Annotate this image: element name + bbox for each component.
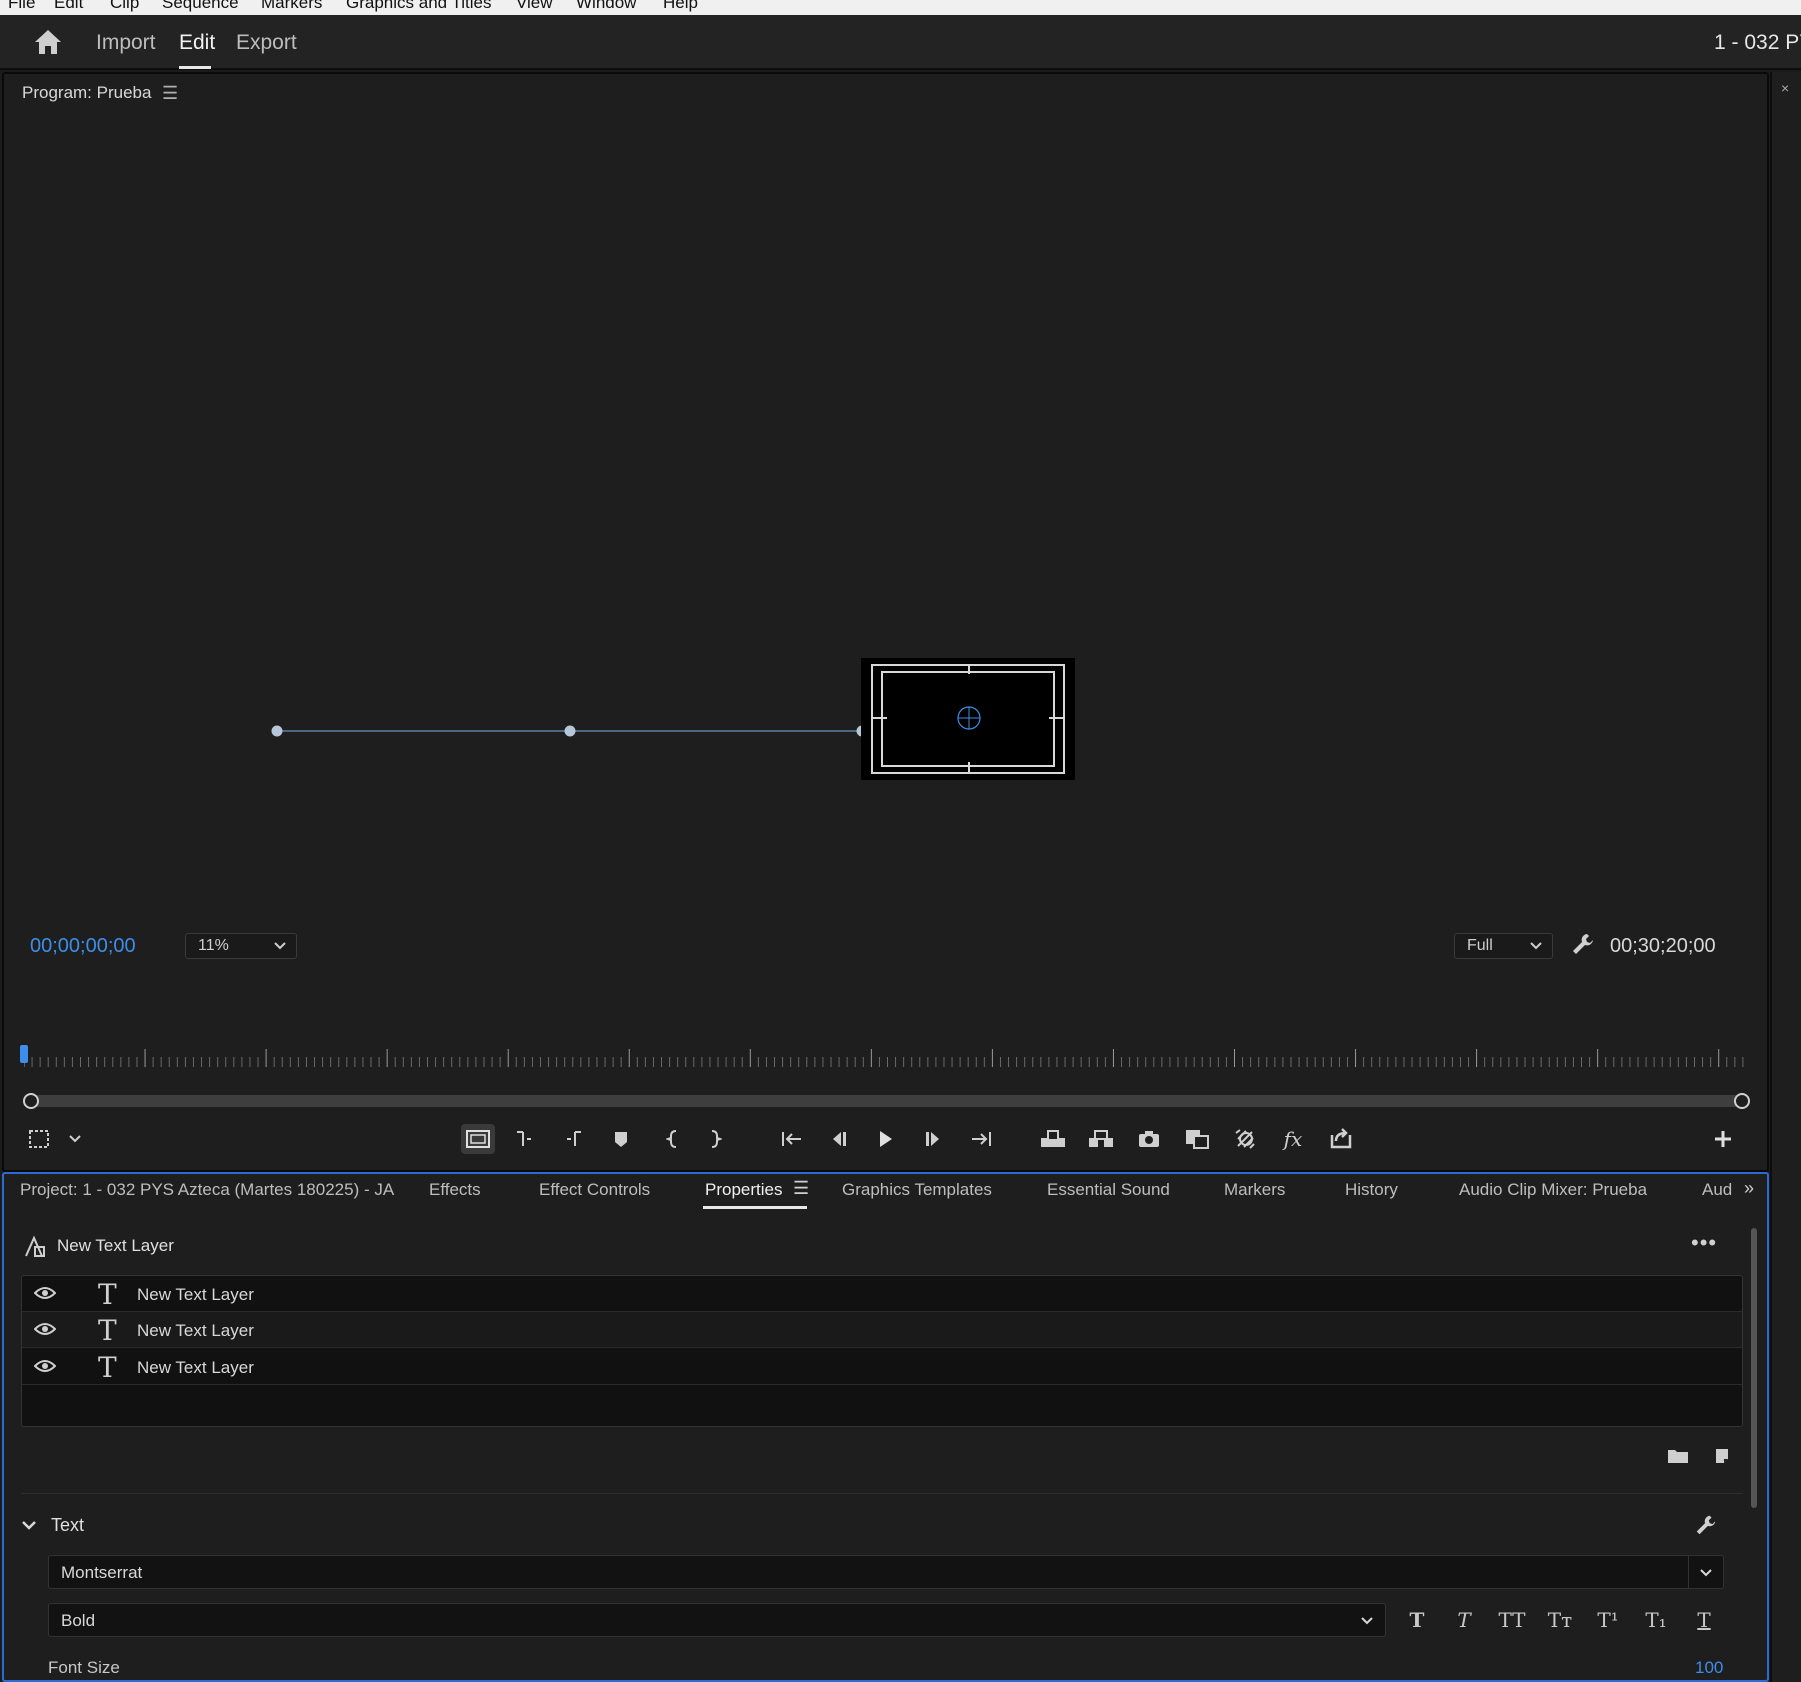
chevron-down-icon — [274, 942, 286, 950]
small-caps-button[interactable]: Tт — [1543, 1606, 1577, 1634]
go-to-out-icon[interactable] — [698, 1124, 732, 1154]
list-item[interactable]: T New Text Layer — [22, 1349, 1742, 1385]
graphic-layer-icon — [25, 1235, 45, 1257]
mark-in-icon[interactable] — [506, 1124, 540, 1154]
font-style-dropdown[interactable]: Bold — [48, 1603, 1386, 1637]
current-timecode[interactable]: 00;00;00;00 — [30, 935, 136, 958]
layer-name: New Text Layer — [137, 1321, 254, 1340]
go-to-next-edit-icon[interactable] — [964, 1124, 998, 1154]
visibility-eye-icon[interactable] — [34, 1286, 56, 1300]
text-section-title[interactable]: Text — [51, 1515, 84, 1536]
tab-history[interactable]: History — [1345, 1180, 1398, 1200]
zoom-handle-right[interactable] — [1734, 1093, 1750, 1109]
scrollbar[interactable] — [1751, 1228, 1757, 1508]
chevron-down-icon[interactable] — [58, 1124, 92, 1154]
visibility-eye-icon[interactable] — [34, 1359, 56, 1373]
play-icon[interactable] — [868, 1124, 902, 1154]
underline-button[interactable]: T — [1687, 1606, 1721, 1634]
tab-audio-clip-mixer[interactable]: Audio Clip Mixer: Prueba — [1459, 1180, 1647, 1200]
step-back-icon[interactable] — [822, 1124, 856, 1154]
text-layer-icon: T — [98, 1278, 117, 1311]
divider — [1688, 1556, 1689, 1588]
lift-icon[interactable] — [1036, 1124, 1070, 1154]
safe-margins-icon[interactable] — [461, 1124, 495, 1154]
zoom-scroll-bar[interactable] — [30, 1095, 1745, 1107]
tab-essential-sound[interactable]: Essential Sound — [1047, 1180, 1170, 1200]
new-item-icon[interactable] — [1713, 1447, 1731, 1465]
active-tab-underline — [703, 1206, 807, 1209]
resolution-value: Full — [1467, 937, 1493, 954]
faux-bold-button[interactable]: T — [1400, 1606, 1434, 1634]
superscript-button[interactable]: T¹ — [1591, 1606, 1625, 1634]
text-layer-icon: T — [98, 1314, 117, 1347]
visibility-eye-icon[interactable] — [34, 1322, 56, 1336]
close-icon[interactable]: × — [1781, 80, 1789, 96]
add-marker-icon[interactable] — [604, 1124, 638, 1154]
tab-markers[interactable]: Markers — [1224, 1180, 1285, 1200]
go-to-in-icon[interactable] — [656, 1124, 690, 1154]
zoom-level-value: 11% — [198, 937, 229, 954]
selected-graphic-title: New Text Layer — [57, 1236, 174, 1255]
all-caps-button[interactable]: TT — [1495, 1606, 1529, 1634]
video-frame[interactable] — [861, 658, 1075, 780]
layer-list: T New Text Layer T New Text Layer T New … — [21, 1275, 1743, 1427]
layer-name: New Text Layer — [137, 1358, 254, 1377]
chevron-down-icon — [1700, 1569, 1712, 1577]
tab-properties[interactable]: Properties — [705, 1180, 782, 1200]
side-panel-edge: × — [1770, 72, 1801, 1682]
tab-project[interactable]: Project: 1 - 032 PYS Azteca (Martes 1802… — [20, 1180, 394, 1200]
playhead[interactable] — [20, 1045, 28, 1063]
chevron-down-icon — [1530, 942, 1542, 950]
subscript-button[interactable]: T₁ — [1639, 1606, 1673, 1634]
wrench-icon[interactable] — [1694, 1513, 1718, 1537]
font-family-dropdown[interactable]: Montserrat — [48, 1555, 1724, 1589]
chevron-down-icon[interactable] — [20, 1516, 38, 1534]
settings-menu-icon[interactable] — [22, 1124, 56, 1154]
resolution-dropdown[interactable]: Full — [1454, 933, 1553, 959]
duration-timecode: 00;30;20;00 — [1610, 935, 1716, 957]
export-frame-icon[interactable] — [1132, 1124, 1166, 1154]
tab-graphics-templates[interactable]: Graphics Templates — [842, 1180, 992, 1200]
add-button-icon[interactable] — [1706, 1124, 1740, 1154]
toggle-proxies-icon[interactable] — [1228, 1124, 1262, 1154]
fx-icon[interactable]: fx — [1276, 1124, 1310, 1154]
export-media-icon[interactable] — [1324, 1124, 1358, 1154]
comparison-view-icon[interactable] — [1180, 1124, 1214, 1154]
chevron-down-icon — [1361, 1617, 1373, 1625]
font-family-value: Montserrat — [61, 1563, 143, 1582]
list-item[interactable]: T New Text Layer — [22, 1312, 1742, 1348]
time-ruler[interactable] — [24, 1047, 1750, 1069]
mark-out-icon[interactable] — [558, 1124, 592, 1154]
wrench-icon[interactable] — [1570, 931, 1596, 957]
folder-icon[interactable] — [1667, 1447, 1689, 1465]
font-size-value[interactable]: 100 — [1695, 1658, 1723, 1678]
anchor-crosshair-icon — [873, 664, 1063, 774]
tab-effect-controls[interactable]: Effect Controls — [539, 1180, 650, 1200]
divider — [21, 1493, 1743, 1494]
font-style-value: Bold — [61, 1611, 96, 1630]
panel-menu-icon[interactable]: ☰ — [793, 1178, 809, 1199]
go-to-previous-edit-icon[interactable] — [775, 1124, 809, 1154]
step-forward-icon[interactable] — [916, 1124, 950, 1154]
layer-name: New Text Layer — [137, 1285, 254, 1304]
font-size-label: Font Size — [48, 1658, 120, 1677]
keyframe-point[interactable] — [564, 725, 576, 737]
list-item[interactable]: T New Text Layer — [22, 1276, 1742, 1312]
text-layer-icon: T — [98, 1351, 117, 1384]
zoom-handle-left[interactable] — [23, 1093, 39, 1109]
keyframe-point[interactable] — [271, 725, 283, 737]
faux-italic-button[interactable]: T — [1447, 1606, 1481, 1634]
extract-icon[interactable] — [1084, 1124, 1118, 1154]
tab-effects[interactable]: Effects — [429, 1180, 481, 1200]
more-options-icon[interactable]: ••• — [1691, 1230, 1717, 1256]
tab-overflow-icon[interactable]: » — [1744, 1178, 1754, 1199]
tab-audio-track-mixer[interactable]: Aud — [1702, 1180, 1732, 1200]
zoom-level-dropdown[interactable]: 11% — [185, 933, 297, 959]
